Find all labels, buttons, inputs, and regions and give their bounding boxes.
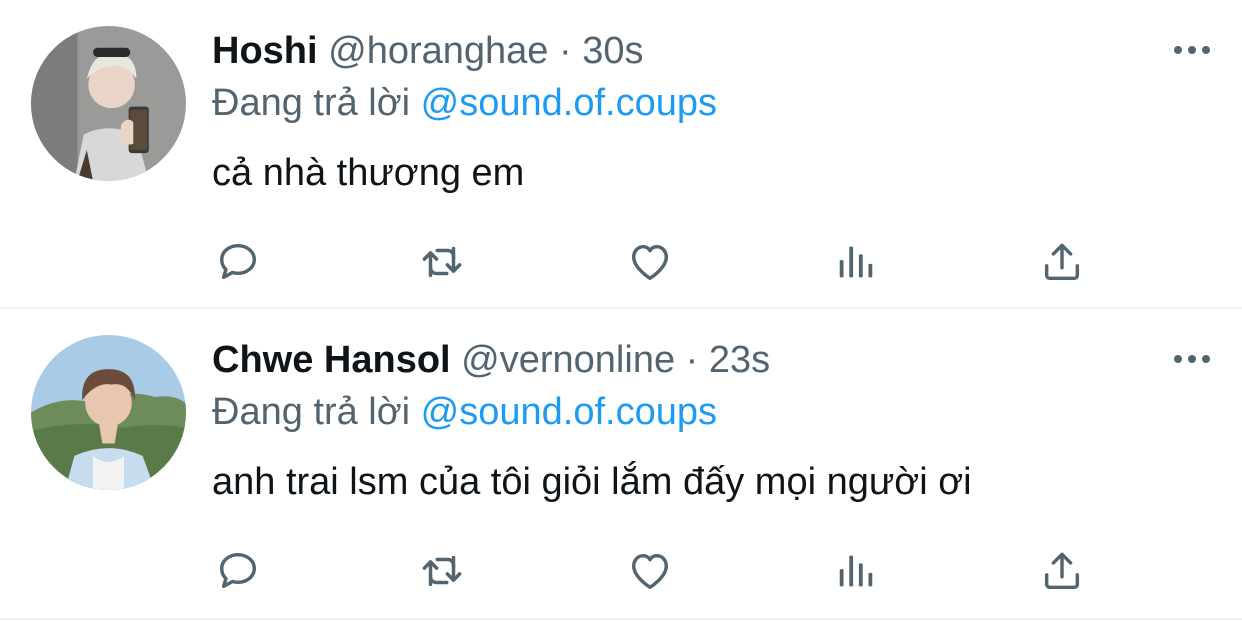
share-button[interactable] bbox=[1036, 545, 1088, 597]
avatar-chwe-hansol[interactable] bbox=[31, 335, 186, 490]
user-handle[interactable]: @vernonline bbox=[461, 339, 675, 381]
analytics-bars-icon bbox=[839, 246, 873, 278]
analytics-bars-icon bbox=[839, 555, 873, 587]
more-horizontal-icon bbox=[1174, 355, 1210, 363]
retweet-icon bbox=[422, 555, 462, 587]
display-name[interactable]: Hoshi bbox=[212, 30, 318, 72]
timestamp[interactable]: 30s bbox=[582, 30, 643, 72]
separator-dot: · bbox=[559, 30, 572, 72]
avatar-hoshi[interactable] bbox=[31, 26, 186, 181]
more-options-button[interactable] bbox=[1172, 36, 1212, 64]
analytics-button[interactable] bbox=[830, 236, 882, 288]
share-upload-icon bbox=[1044, 552, 1080, 590]
separator-dot: · bbox=[685, 339, 699, 381]
like-button[interactable] bbox=[624, 545, 676, 597]
reply-bubble-icon bbox=[219, 243, 257, 280]
reply-button[interactable] bbox=[212, 236, 264, 288]
tweet-2[interactable]: Chwe Hansol @vernonline · 23s Đang trả l… bbox=[0, 309, 1242, 620]
share-upload-icon bbox=[1044, 243, 1080, 281]
retweet-icon bbox=[422, 246, 462, 278]
avatar-image bbox=[31, 26, 186, 181]
share-button[interactable] bbox=[1036, 236, 1088, 288]
more-options-button[interactable] bbox=[1172, 345, 1212, 373]
user-handle[interactable]: @horanghae bbox=[328, 30, 548, 72]
tweet-header: Chwe Hansol @vernonline · 23s bbox=[212, 337, 770, 383]
replying-to-label: Đang trả lời bbox=[212, 82, 411, 124]
reply-mention-link[interactable]: @sound.of.coups bbox=[421, 82, 717, 124]
more-horizontal-icon bbox=[1174, 46, 1210, 54]
replying-to: Đang trả lời @sound.of.coups bbox=[212, 389, 717, 435]
tweet-header: Hoshi @horanghae · 30s bbox=[212, 28, 644, 74]
retweet-button[interactable] bbox=[416, 545, 468, 597]
analytics-button[interactable] bbox=[830, 545, 882, 597]
heart-icon bbox=[631, 244, 669, 281]
reply-bubble-icon bbox=[219, 552, 257, 589]
replying-to: Đang trả lời @sound.of.coups bbox=[212, 80, 717, 126]
avatar-image bbox=[31, 335, 186, 490]
reply-mention-link[interactable]: @sound.of.coups bbox=[421, 391, 717, 433]
retweet-button[interactable] bbox=[416, 236, 468, 288]
reply-button[interactable] bbox=[212, 545, 264, 597]
like-button[interactable] bbox=[624, 236, 676, 288]
tweet-text: cả nhà thương em bbox=[212, 152, 525, 194]
replying-to-label: Đang trả lời bbox=[212, 391, 411, 433]
tweet-1[interactable]: Hoshi @horanghae · 30s Đang trả lời @sou… bbox=[0, 0, 1242, 309]
heart-icon bbox=[631, 553, 669, 590]
display-name[interactable]: Chwe Hansol bbox=[212, 339, 451, 381]
timestamp[interactable]: 23s bbox=[709, 339, 770, 381]
tweet-text: anh trai lsm của tôi giỏi lắm đấy mọi ng… bbox=[212, 461, 972, 503]
